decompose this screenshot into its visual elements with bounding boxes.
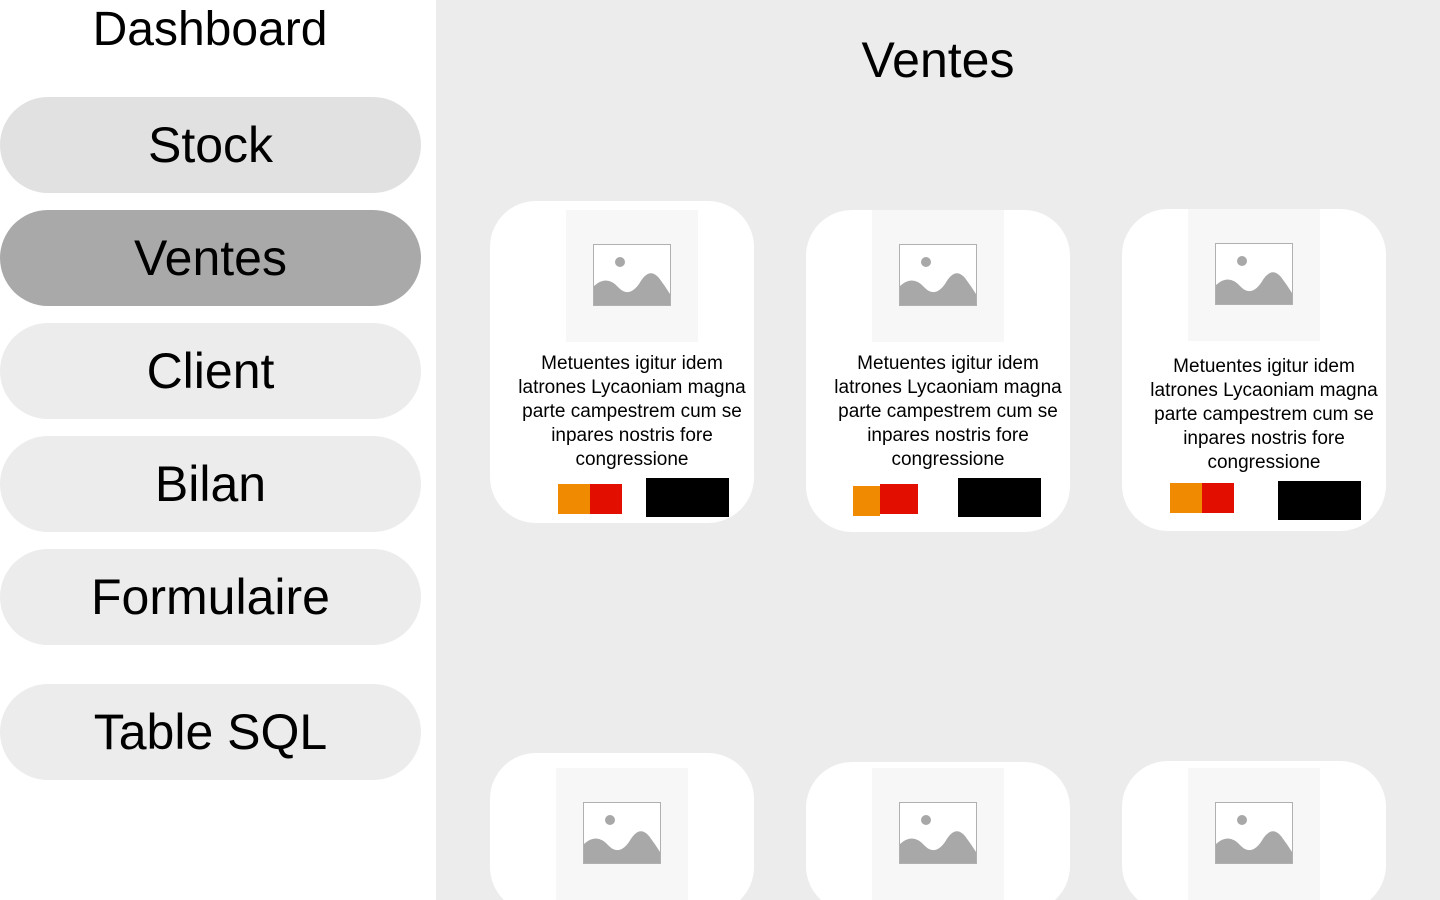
nav-item-label: Client	[146, 343, 275, 399]
product-card[interactable]: Metuentes igitur idem latrones Lycaoniam…	[1122, 209, 1386, 531]
orange-swatch	[558, 484, 590, 514]
red-swatch	[590, 484, 622, 514]
product-card[interactable]	[806, 762, 1070, 900]
image-placeholder	[1188, 209, 1320, 341]
product-card[interactable]	[1122, 761, 1386, 900]
card-description: Metuentes igitur idem latrones Lycaoniam…	[518, 353, 746, 470]
card-description: Metuentes igitur idem latrones Lycaoniam…	[1150, 356, 1378, 473]
nav-item-stock[interactable]: Stock	[0, 97, 421, 193]
nav-item-table-sql[interactable]: Table SQL	[0, 684, 421, 780]
image-placeholder	[872, 768, 1004, 900]
action-button[interactable]	[1278, 481, 1361, 520]
image-placeholder	[556, 768, 688, 900]
nav-item-label: Stock	[147, 117, 274, 173]
nav-item-label: Ventes	[134, 230, 287, 286]
nav-item-label: Table SQL	[93, 704, 328, 760]
image-placeholder	[872, 210, 1004, 342]
red-swatch	[1202, 483, 1234, 513]
orange-swatch	[1170, 483, 1202, 513]
nav-item-ventes[interactable]: Ventes	[0, 210, 421, 306]
nav-item-label: Bilan	[154, 456, 267, 512]
nav-item-bilan[interactable]: Bilan	[0, 436, 421, 532]
image-placeholder	[566, 210, 698, 342]
image-placeholder-icon	[1215, 802, 1293, 864]
image-placeholder-icon	[593, 244, 671, 306]
product-card[interactable]: Metuentes igitur idem latrones Lycaoniam…	[806, 210, 1070, 532]
image-placeholder-icon	[899, 244, 977, 306]
sidebar: Dashboard Stock Ventes Client Bilan Form…	[0, 0, 436, 900]
image-placeholder-icon	[1215, 243, 1293, 305]
red-swatch	[880, 484, 918, 514]
image-placeholder-icon	[583, 802, 661, 864]
product-card[interactable]: Metuentes igitur idem latrones Lycaoniam…	[490, 201, 754, 523]
image-placeholder-icon	[899, 802, 977, 864]
nav-item-label: Formulaire	[91, 569, 330, 625]
image-placeholder	[1188, 768, 1320, 900]
action-button[interactable]	[958, 478, 1041, 517]
main-content: Ventes Metuentes igitur idem latrones Ly…	[436, 0, 1440, 900]
nav-item-client[interactable]: Client	[0, 323, 421, 419]
card-description: Metuentes igitur idem latrones Lycaoniam…	[834, 353, 1062, 470]
nav-item-formulaire[interactable]: Formulaire	[0, 549, 421, 645]
product-card[interactable]	[490, 753, 754, 900]
page-title: Ventes	[861, 32, 1015, 88]
sidebar-title: Dashboard	[92, 3, 328, 56]
orange-swatch	[853, 486, 880, 516]
action-button[interactable]	[646, 478, 729, 517]
